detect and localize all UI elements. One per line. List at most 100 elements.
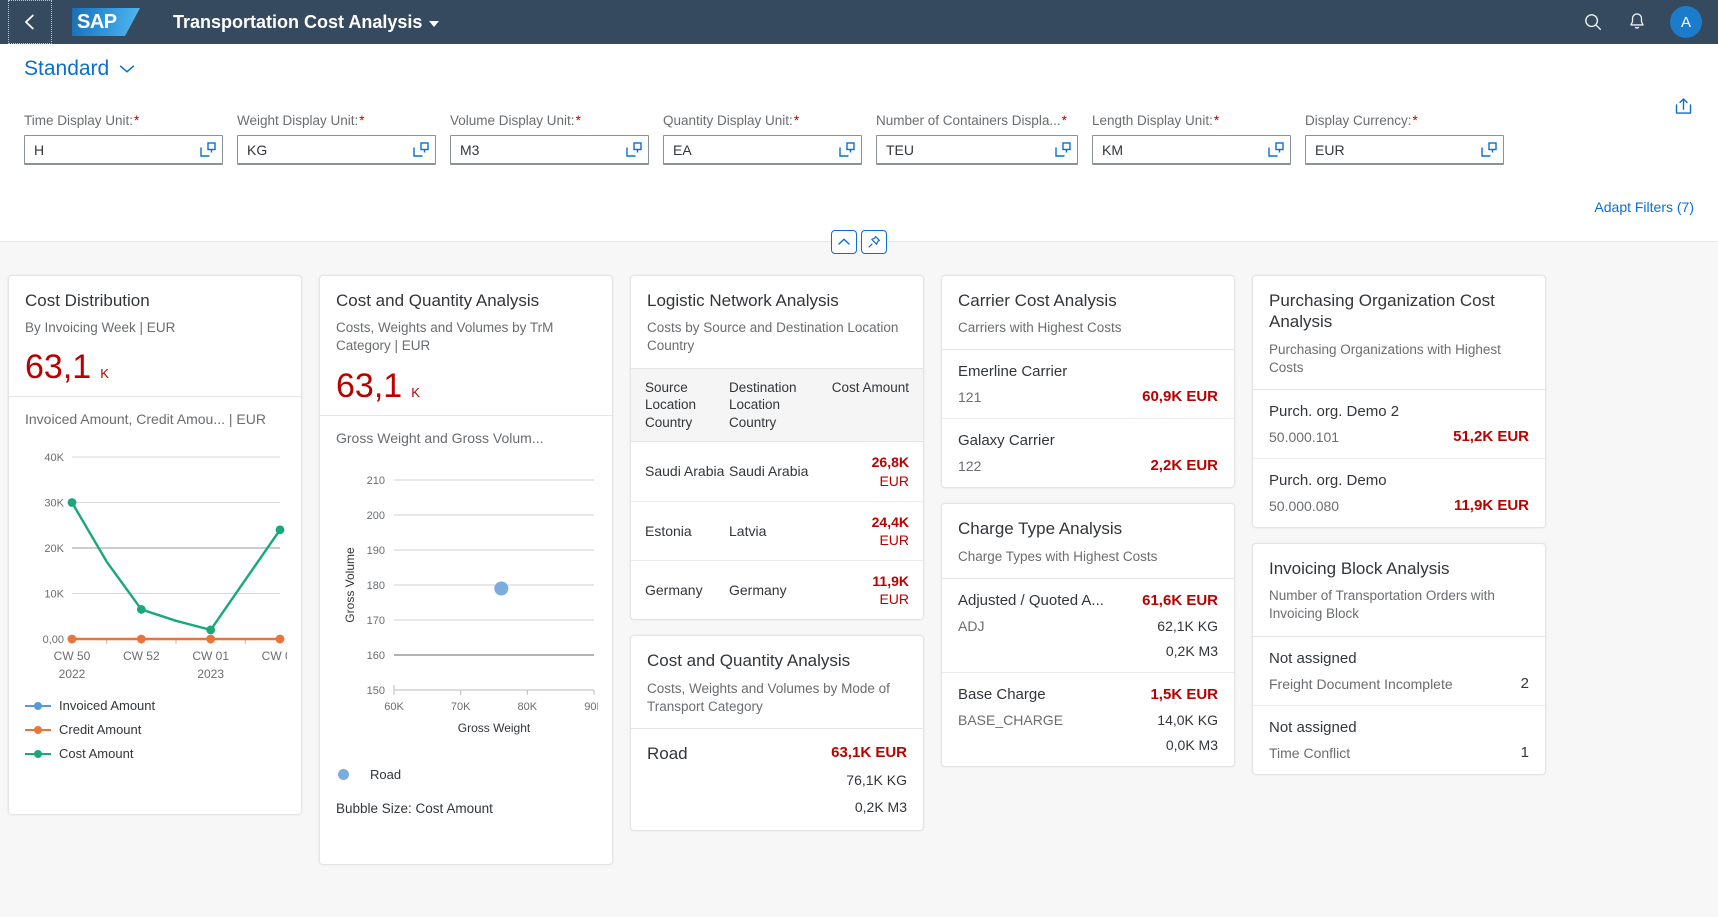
- pin-filter-bar-button[interactable]: [861, 230, 887, 254]
- purch-org-info: Purch. org. Demo 2 50.000.101: [1269, 403, 1399, 445]
- share-button[interactable]: [1673, 96, 1694, 122]
- required-marker: *: [134, 113, 140, 128]
- carrier-amount: 60,9K EUR: [1142, 388, 1218, 406]
- card-purchasing-organization-cost-analysis[interactable]: Purchasing Organization Cost Analysis Pu…: [1252, 275, 1546, 528]
- card-subtitle: Number of Transportation Orders with Inv…: [1269, 588, 1495, 622]
- filter-input-wrapper[interactable]: [876, 135, 1078, 165]
- svg-text:90K: 90K: [584, 701, 598, 713]
- charge-type-id: ADJ: [958, 617, 985, 634]
- charge-type-id: BASE_CHARGE: [958, 711, 1064, 728]
- list-item[interactable]: Emerline Carrier 121 60,9K EUR: [942, 350, 1234, 420]
- filter-weight-display-unit: Weight Display Unit:*: [237, 113, 436, 165]
- bell-icon[interactable]: [1626, 11, 1648, 33]
- list-item[interactable]: Not assigned Freight Document Incomplete…: [1253, 637, 1545, 706]
- legend-item-road[interactable]: Road: [336, 767, 596, 782]
- filter-label: Time Display Unit:*: [24, 113, 223, 128]
- cost-value: 11,9K: [872, 573, 909, 590]
- column-5: Purchasing Organization Cost Analysis Pu…: [1252, 275, 1546, 917]
- purch-org-name: Purch. org. Demo 2: [1269, 402, 1400, 420]
- app-title[interactable]: Transportation Cost Analysis: [173, 12, 440, 33]
- list-item[interactable]: Road 63,1K EUR 76,1K KG 0,2K M3: [631, 729, 923, 830]
- list-item[interactable]: Purch. org. Demo 50.000.080 11,9K EUR: [1253, 459, 1545, 527]
- card-cost-quantity-trm[interactable]: Cost and Quantity Analysis Costs, Weight…: [319, 275, 613, 865]
- filter-fields: Time Display Unit:* Weight Display Unit:…: [24, 113, 1694, 165]
- filter-input-wrapper[interactable]: [1305, 135, 1504, 165]
- length-display-unit-input[interactable]: [1102, 141, 1266, 158]
- list-item[interactable]: Adjusted / Quoted A... ADJ 61,6K EUR 62,…: [942, 579, 1234, 673]
- adapt-filters-button[interactable]: Adapt Filters (7): [1594, 199, 1694, 215]
- table-row[interactable]: Saudi Arabia Saudi Arabia 26,8K EUR: [631, 442, 923, 502]
- value-help-icon[interactable]: [411, 140, 431, 160]
- sap-logo[interactable]: SAP: [72, 8, 140, 36]
- variant-selector[interactable]: Standard: [24, 57, 135, 81]
- cost-currency: EUR: [879, 472, 909, 489]
- card-charge-type-analysis[interactable]: Charge Type Analysis Charge Types with H…: [941, 503, 1235, 767]
- display-currency-input[interactable]: [1315, 141, 1479, 158]
- sap-logo-text: SAP: [77, 10, 117, 33]
- table-row[interactable]: Germany Germany 11,9K EUR: [631, 561, 923, 619]
- purch-org-name: Purch. org. Demo: [1269, 471, 1387, 489]
- legend-item-credit-amount[interactable]: Credit Amount: [25, 722, 285, 737]
- svg-text:10K: 10K: [44, 589, 64, 601]
- purch-org-amount: 51,2K EUR: [1453, 427, 1529, 445]
- avatar[interactable]: A: [1670, 6, 1702, 38]
- card-logistic-network-analysis[interactable]: Logistic Network Analysis Costs by Sourc…: [630, 275, 924, 621]
- purch-org-amount: 11,9K EUR: [1453, 496, 1529, 514]
- legend-item-cost-amount[interactable]: Cost Amount: [25, 746, 285, 761]
- legend-item-invoiced-amount[interactable]: Invoiced Amount: [25, 698, 285, 713]
- value-help-icon[interactable]: [1479, 140, 1499, 160]
- svg-text:CW 52: CW 52: [123, 649, 160, 663]
- svg-text:200: 200: [367, 510, 385, 522]
- number-of-containers-input[interactable]: [886, 141, 1053, 158]
- card-title: Cost and Quantity Analysis: [336, 291, 540, 310]
- value-help-icon[interactable]: [198, 140, 218, 160]
- value-help-icon[interactable]: [624, 140, 644, 160]
- card-title: Invoicing Block Analysis: [1269, 558, 1450, 578]
- card-cost-quantity-mot[interactable]: Cost and Quantity Analysis Costs, Weight…: [630, 635, 924, 832]
- filter-input-wrapper[interactable]: [450, 135, 649, 165]
- filter-input-wrapper[interactable]: [1092, 135, 1291, 165]
- filter-input-wrapper[interactable]: [663, 135, 862, 165]
- charge-type-values: 1,5K EUR 14,0K KG 0,0K M3: [1150, 686, 1218, 753]
- kpi-value-group: 63,1 K: [336, 369, 596, 403]
- chart-heading: Gross Weight and Gross Volum...: [336, 429, 544, 446]
- cost-distribution-line-chart[interactable]: 0,00 10K 20K 30K 40K CW 50 2022 CW 52 CW 01 2023 C…: [25, 443, 299, 683]
- search-icon[interactable]: [1582, 11, 1604, 33]
- value-help-icon[interactable]: [1266, 140, 1286, 160]
- card-title: Cost Distribution: [25, 291, 150, 310]
- value-help-icon[interactable]: [837, 140, 857, 160]
- quantity-display-unit-input[interactable]: [673, 141, 837, 158]
- card-invoicing-block-analysis[interactable]: Invoicing Block Analysis Number of Trans…: [1252, 542, 1546, 775]
- card-header: Purchasing Organization Cost Analysis Pu…: [1253, 276, 1545, 389]
- weight-display-unit-input[interactable]: [247, 141, 411, 158]
- table-row[interactable]: Estonia Latvia 24,4K EUR: [631, 502, 923, 562]
- table-header-row: Source Location Country Destination Loca…: [631, 367, 923, 443]
- list-item[interactable]: Galaxy Carrier 122 2,2K EUR: [942, 419, 1234, 487]
- svg-text:CW 01: CW 01: [192, 649, 229, 663]
- volume-display-unit-input[interactable]: [460, 141, 624, 158]
- chevron-down-icon: [119, 64, 135, 74]
- required-marker: *: [1412, 113, 1418, 128]
- collapse-filter-bar-button[interactable]: [831, 230, 857, 254]
- invoicing-block-info: Not assigned Freight Document Incomplete: [1269, 650, 1453, 692]
- value-help-icon[interactable]: [1053, 140, 1073, 160]
- filter-input-wrapper[interactable]: [24, 135, 223, 165]
- list-item[interactable]: Base Charge BASE_CHARGE 1,5K EUR 14,0K K…: [942, 673, 1234, 766]
- purch-org-amount-group: 11,9K EUR: [1454, 472, 1529, 514]
- filter-length-display-unit: Length Display Unit:*: [1092, 113, 1291, 165]
- charge-type-info: Base Charge BASE_CHARGE: [958, 686, 1063, 728]
- card-header: Invoicing Block Analysis Number of Trans…: [1253, 544, 1545, 636]
- time-display-unit-input[interactable]: [34, 141, 198, 158]
- list-item[interactable]: Not assigned Time Conflict 1: [1253, 706, 1545, 774]
- back-button[interactable]: [8, 0, 52, 44]
- svg-text:70K: 70K: [451, 701, 471, 713]
- card-cost-distribution[interactable]: Cost Distribution By Invoicing Week | EU…: [8, 275, 302, 815]
- card-carrier-cost-analysis[interactable]: Carrier Cost Analysis Carriers with High…: [941, 275, 1235, 489]
- svg-text:2022: 2022: [59, 667, 86, 681]
- filter-input-wrapper[interactable]: [237, 135, 436, 165]
- list-item[interactable]: Purch. org. Demo 2 50.000.101 51,2K EUR: [1253, 390, 1545, 459]
- filter-bar: Standard Time Display Unit:* H Weight Di…: [0, 44, 1718, 254]
- invoicing-block-count: 1: [1520, 743, 1529, 761]
- gross-weight-volume-bubble-chart[interactable]: 150 160 170 180 190 200 210 60K 70K 80K 90K Gross W…: [336, 462, 604, 752]
- filter-label: Length Display Unit:*: [1092, 113, 1291, 128]
